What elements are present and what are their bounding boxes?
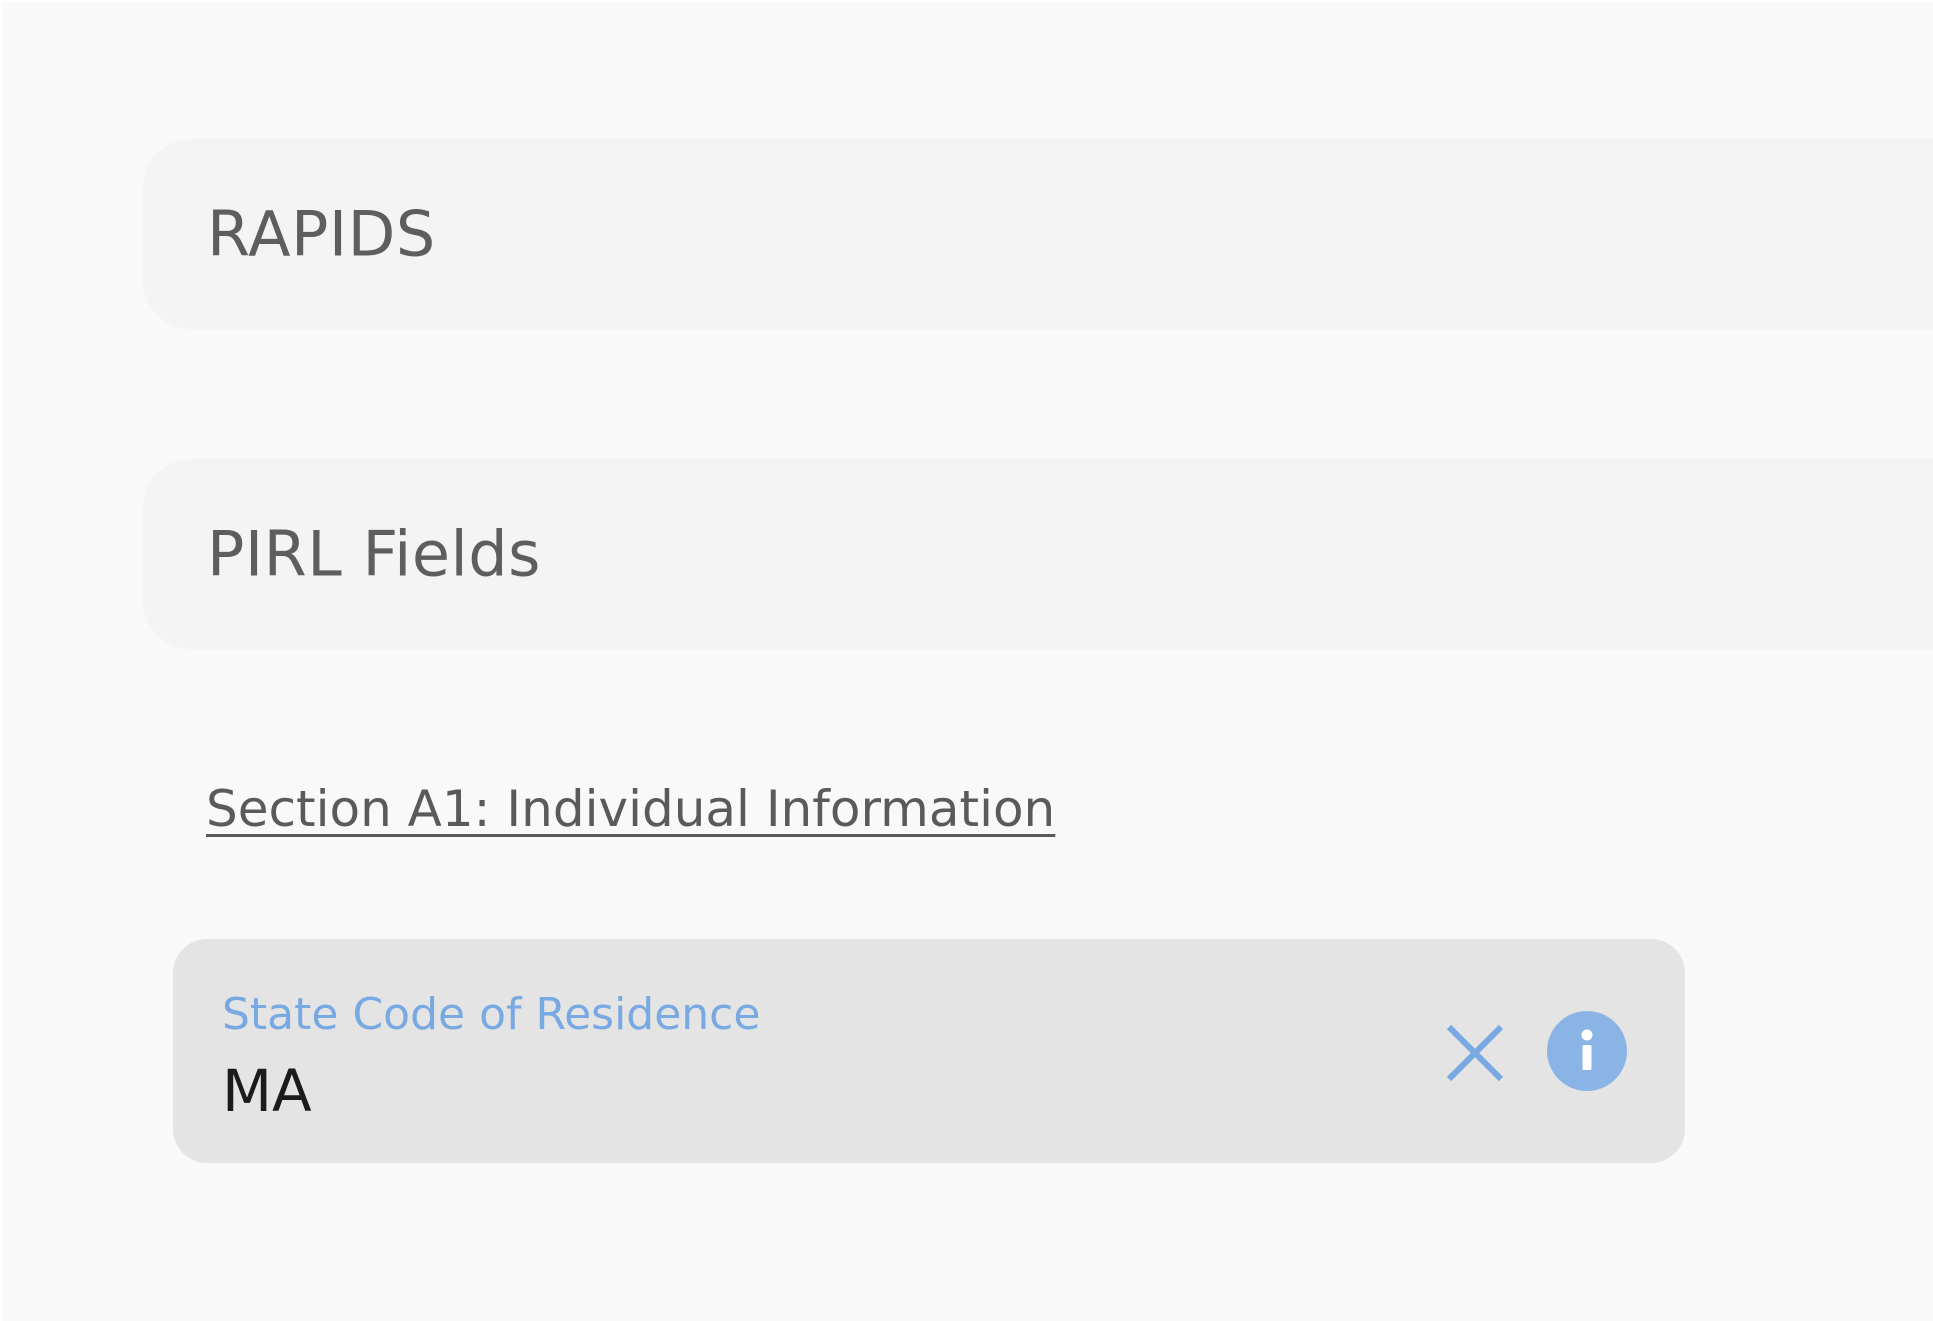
pirl-fields-panel-header[interactable]: PIRL Fields <box>143 459 1933 649</box>
state-code-field-label: State Code of Residence <box>222 989 761 1040</box>
rapids-panel-header[interactable]: RAPIDS <box>143 139 1933 329</box>
page: RAPIDS PIRL Fields Section A1: Individua… <box>2 2 1933 1321</box>
info-button[interactable] <box>1547 1011 1627 1091</box>
close-icon <box>1446 1024 1504 1082</box>
clear-button[interactable] <box>1443 1021 1507 1085</box>
state-code-field-value[interactable]: MA <box>222 1057 312 1125</box>
info-icon <box>1547 1011 1627 1091</box>
rapids-panel-title: RAPIDS <box>207 197 436 271</box>
state-code-field[interactable]: State Code of Residence MA <box>173 939 1685 1163</box>
pirl-fields-panel-title: PIRL Fields <box>207 517 541 591</box>
section-heading: Section A1: Individual Information <box>206 780 1056 838</box>
